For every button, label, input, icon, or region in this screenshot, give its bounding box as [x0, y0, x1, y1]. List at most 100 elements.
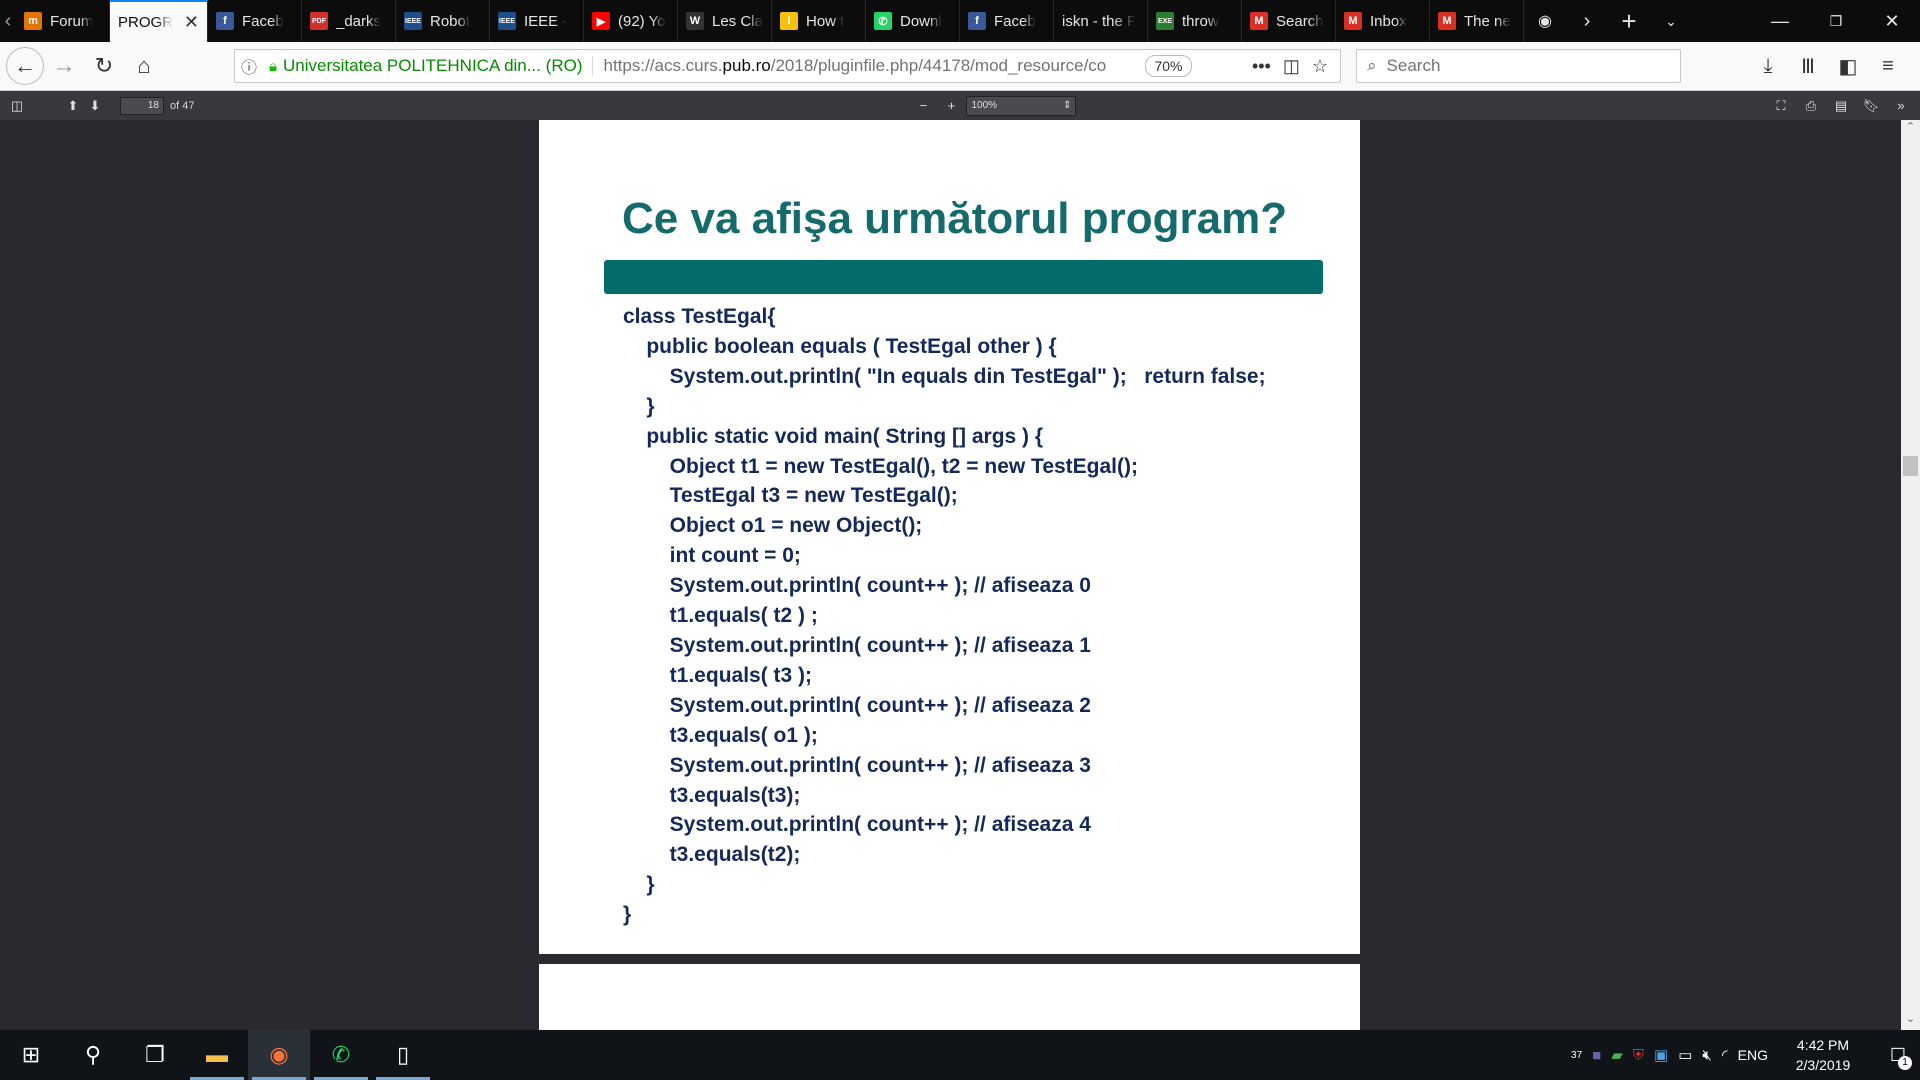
chrome-icon[interactable]: ◉: [1524, 0, 1566, 42]
page-number-input[interactable]: 18: [120, 96, 164, 115]
zoom-select[interactable]: 100%: [966, 95, 1077, 116]
tab-favicon-icon: IEEE: [404, 12, 422, 30]
network-adapter-icon[interactable]: ▣: [1654, 1046, 1668, 1064]
tab-scroll-right-icon[interactable]: ›: [1566, 0, 1608, 42]
task-view-icon[interactable]: ❐: [124, 1030, 186, 1080]
search-placeholder: Search: [1386, 56, 1441, 75]
scrollbar-thumb[interactable]: [1903, 456, 1918, 476]
pocket-icon[interactable]: ◫: [1283, 56, 1300, 77]
tab-favicon-icon: IEEE: [498, 12, 516, 30]
next-page-icon[interactable]: ⬇: [84, 95, 106, 117]
tab-label: PROGR: [118, 13, 174, 31]
vertical-scrollbar[interactable]: ⌃ ⌄: [1901, 120, 1920, 1030]
lock-icon[interactable]: 🔒︎: [263, 58, 283, 75]
search-taskbar-icon[interactable]: ⚲: [62, 1030, 124, 1080]
tab-favicon-icon: M: [1250, 12, 1268, 30]
pdf-page: Ce va afişa următorul program? class Tes…: [539, 120, 1360, 954]
url-bar[interactable]: ⓘ 🔒︎ Universitatea POLITEHNICA din... (R…: [234, 49, 1341, 83]
save-icon[interactable]: ▤: [1830, 95, 1852, 117]
tab-7[interactable]: W Les Cla: [678, 0, 772, 42]
site-identity[interactable]: Universitatea POLITEHNICA din... (RO): [283, 56, 594, 76]
scroll-up-icon[interactable]: ⌃: [1901, 120, 1920, 138]
volume-muted-icon[interactable]: 🔇︎: [1702, 1047, 1711, 1064]
home-button[interactable]: ⌂: [124, 46, 164, 86]
tab-scroll-left-icon[interactable]: ‹: [0, 0, 16, 42]
teams-icon[interactable]: ■: [1592, 1047, 1601, 1064]
tab-2[interactable]: f Faceb: [208, 0, 302, 42]
battery-icon[interactable]: ▭: [1678, 1046, 1692, 1064]
restore-button[interactable]: ❐: [1808, 0, 1864, 42]
tab-label: Downl: [900, 12, 942, 30]
language-indicator[interactable]: ENG: [1738, 1047, 1768, 1063]
tab-4[interactable]: IEEE Robot: [396, 0, 490, 42]
defender-icon[interactable]: ▰: [1611, 1046, 1623, 1064]
new-tab-button[interactable]: +: [1608, 0, 1650, 42]
code-block: class TestEgal{ public boolean equals ( …: [623, 305, 1266, 927]
firefox-icon[interactable]: ◉: [248, 1030, 310, 1080]
reload-button[interactable]: ↻: [84, 46, 124, 86]
tab-strip: ‹ m Forum PROGR ✕ f Faceb PDF _darks IEEE Robot IE…: [0, 0, 1920, 42]
tab-15[interactable]: M The ne: [1430, 0, 1524, 42]
downloads-icon[interactable]: ⤓: [1748, 47, 1788, 87]
tab-strip-controls: ◉ › + ⌄ — ❐ ✕: [1524, 0, 1920, 42]
menu-icon[interactable]: ≡: [1868, 47, 1908, 87]
action-center-icon[interactable]: ☐ 1: [1876, 1030, 1920, 1080]
tab-13[interactable]: M Search: [1242, 0, 1336, 42]
scroll-down-icon[interactable]: ⌄: [1901, 1012, 1920, 1030]
page-actions-menu-icon[interactable]: •••: [1252, 56, 1271, 77]
file-explorer-icon[interactable]: ▬: [186, 1030, 248, 1080]
notepad-icon[interactable]: ▯: [372, 1030, 434, 1080]
clock[interactable]: 4:42 PM 2/3/2019: [1778, 1035, 1868, 1075]
wifi-icon[interactable]: ◜: [1722, 1046, 1728, 1064]
tools-icon[interactable]: »: [1890, 95, 1912, 117]
presentation-mode-icon[interactable]: ⛶: [1770, 95, 1792, 117]
tab-10[interactable]: f Faceb: [960, 0, 1054, 42]
print-icon[interactable]: ⎙: [1800, 95, 1822, 117]
search-bar[interactable]: ⌕ Search: [1356, 49, 1681, 83]
tab-5[interactable]: IEEE IEEE -: [490, 0, 584, 42]
tab-11[interactable]: iskn - the F: [1054, 0, 1148, 42]
tab-1[interactable]: PROGR ✕: [110, 0, 208, 42]
close-window-button[interactable]: ✕: [1864, 0, 1920, 42]
back-button[interactable]: ←: [6, 47, 44, 85]
start-icon[interactable]: ⊞: [0, 1030, 62, 1080]
tab-label: Les Cla: [712, 12, 763, 30]
info-icon[interactable]: ⓘ: [235, 54, 263, 78]
zoom-out-icon[interactable]: −: [912, 95, 934, 117]
tab-9[interactable]: ✆ Downl: [866, 0, 960, 42]
forward-button[interactable]: →: [44, 46, 84, 86]
shield-icon[interactable]: ⛨: [1633, 1047, 1644, 1064]
tab-3[interactable]: PDF _darks: [302, 0, 396, 42]
tab-12[interactable]: EXE throw: [1148, 0, 1242, 42]
whatsapp-icon[interactable]: ✆: [310, 1030, 372, 1080]
bookmark-icon[interactable]: 🔖︎: [1860, 95, 1882, 117]
bookmark-star-icon[interactable]: ☆: [1312, 56, 1328, 77]
zoom-in-icon[interactable]: +: [940, 95, 962, 117]
tab-label: _darks: [336, 12, 382, 30]
minimize-button[interactable]: —: [1752, 0, 1808, 42]
toggle-sidebar-icon[interactable]: ◫: [6, 95, 28, 117]
tab-label: Forum: [50, 12, 94, 30]
library-icon[interactable]: Ⅲ: [1788, 47, 1828, 87]
pdf-page-next: [539, 964, 1360, 1030]
tab-favicon-icon: f: [216, 12, 234, 30]
tray-count[interactable]: 37: [1571, 1050, 1582, 1061]
tab-0[interactable]: m Forum: [16, 0, 110, 42]
list-all-tabs-icon[interactable]: ⌄: [1650, 0, 1692, 42]
url-text[interactable]: https://acs.curs.pub.ro/2018/pluginfile.…: [603, 56, 1123, 76]
zoom-indicator[interactable]: 70%: [1145, 55, 1192, 77]
page-count: of 47: [170, 99, 195, 112]
tab-6[interactable]: ▶ (92) Yo: [584, 0, 678, 42]
sidebar-icon[interactable]: ◧: [1828, 47, 1868, 87]
tab-8[interactable]: i How t: [772, 0, 866, 42]
tab-favicon-icon: W: [686, 12, 704, 30]
toolbar-right: ⤓ Ⅲ ◧ ≡: [1748, 42, 1908, 91]
system-tray: 37 ■ ▰ ⛨ ▣ ▭ 🔇︎ ◜ ENG 4:42 PM 2/3/2019: [1571, 1035, 1876, 1075]
close-tab-icon[interactable]: ✕: [184, 12, 199, 33]
tab-14[interactable]: M Inbox: [1336, 0, 1430, 42]
desktop-screen: ‹ m Forum PROGR ✕ f Faceb PDF _darks IEEE Robot IE…: [0, 0, 1920, 1080]
pdf-tools-right: ⛶ ⎙ ▤ 🔖︎ »: [1770, 95, 1920, 117]
pdf-viewer[interactable]: Ce va afişa următorul program? class Tes…: [0, 120, 1901, 1030]
previous-page-icon[interactable]: ⬆: [62, 95, 84, 117]
url-path: /2018/pluginfile.php/44178/mod_resource/…: [770, 56, 1107, 75]
